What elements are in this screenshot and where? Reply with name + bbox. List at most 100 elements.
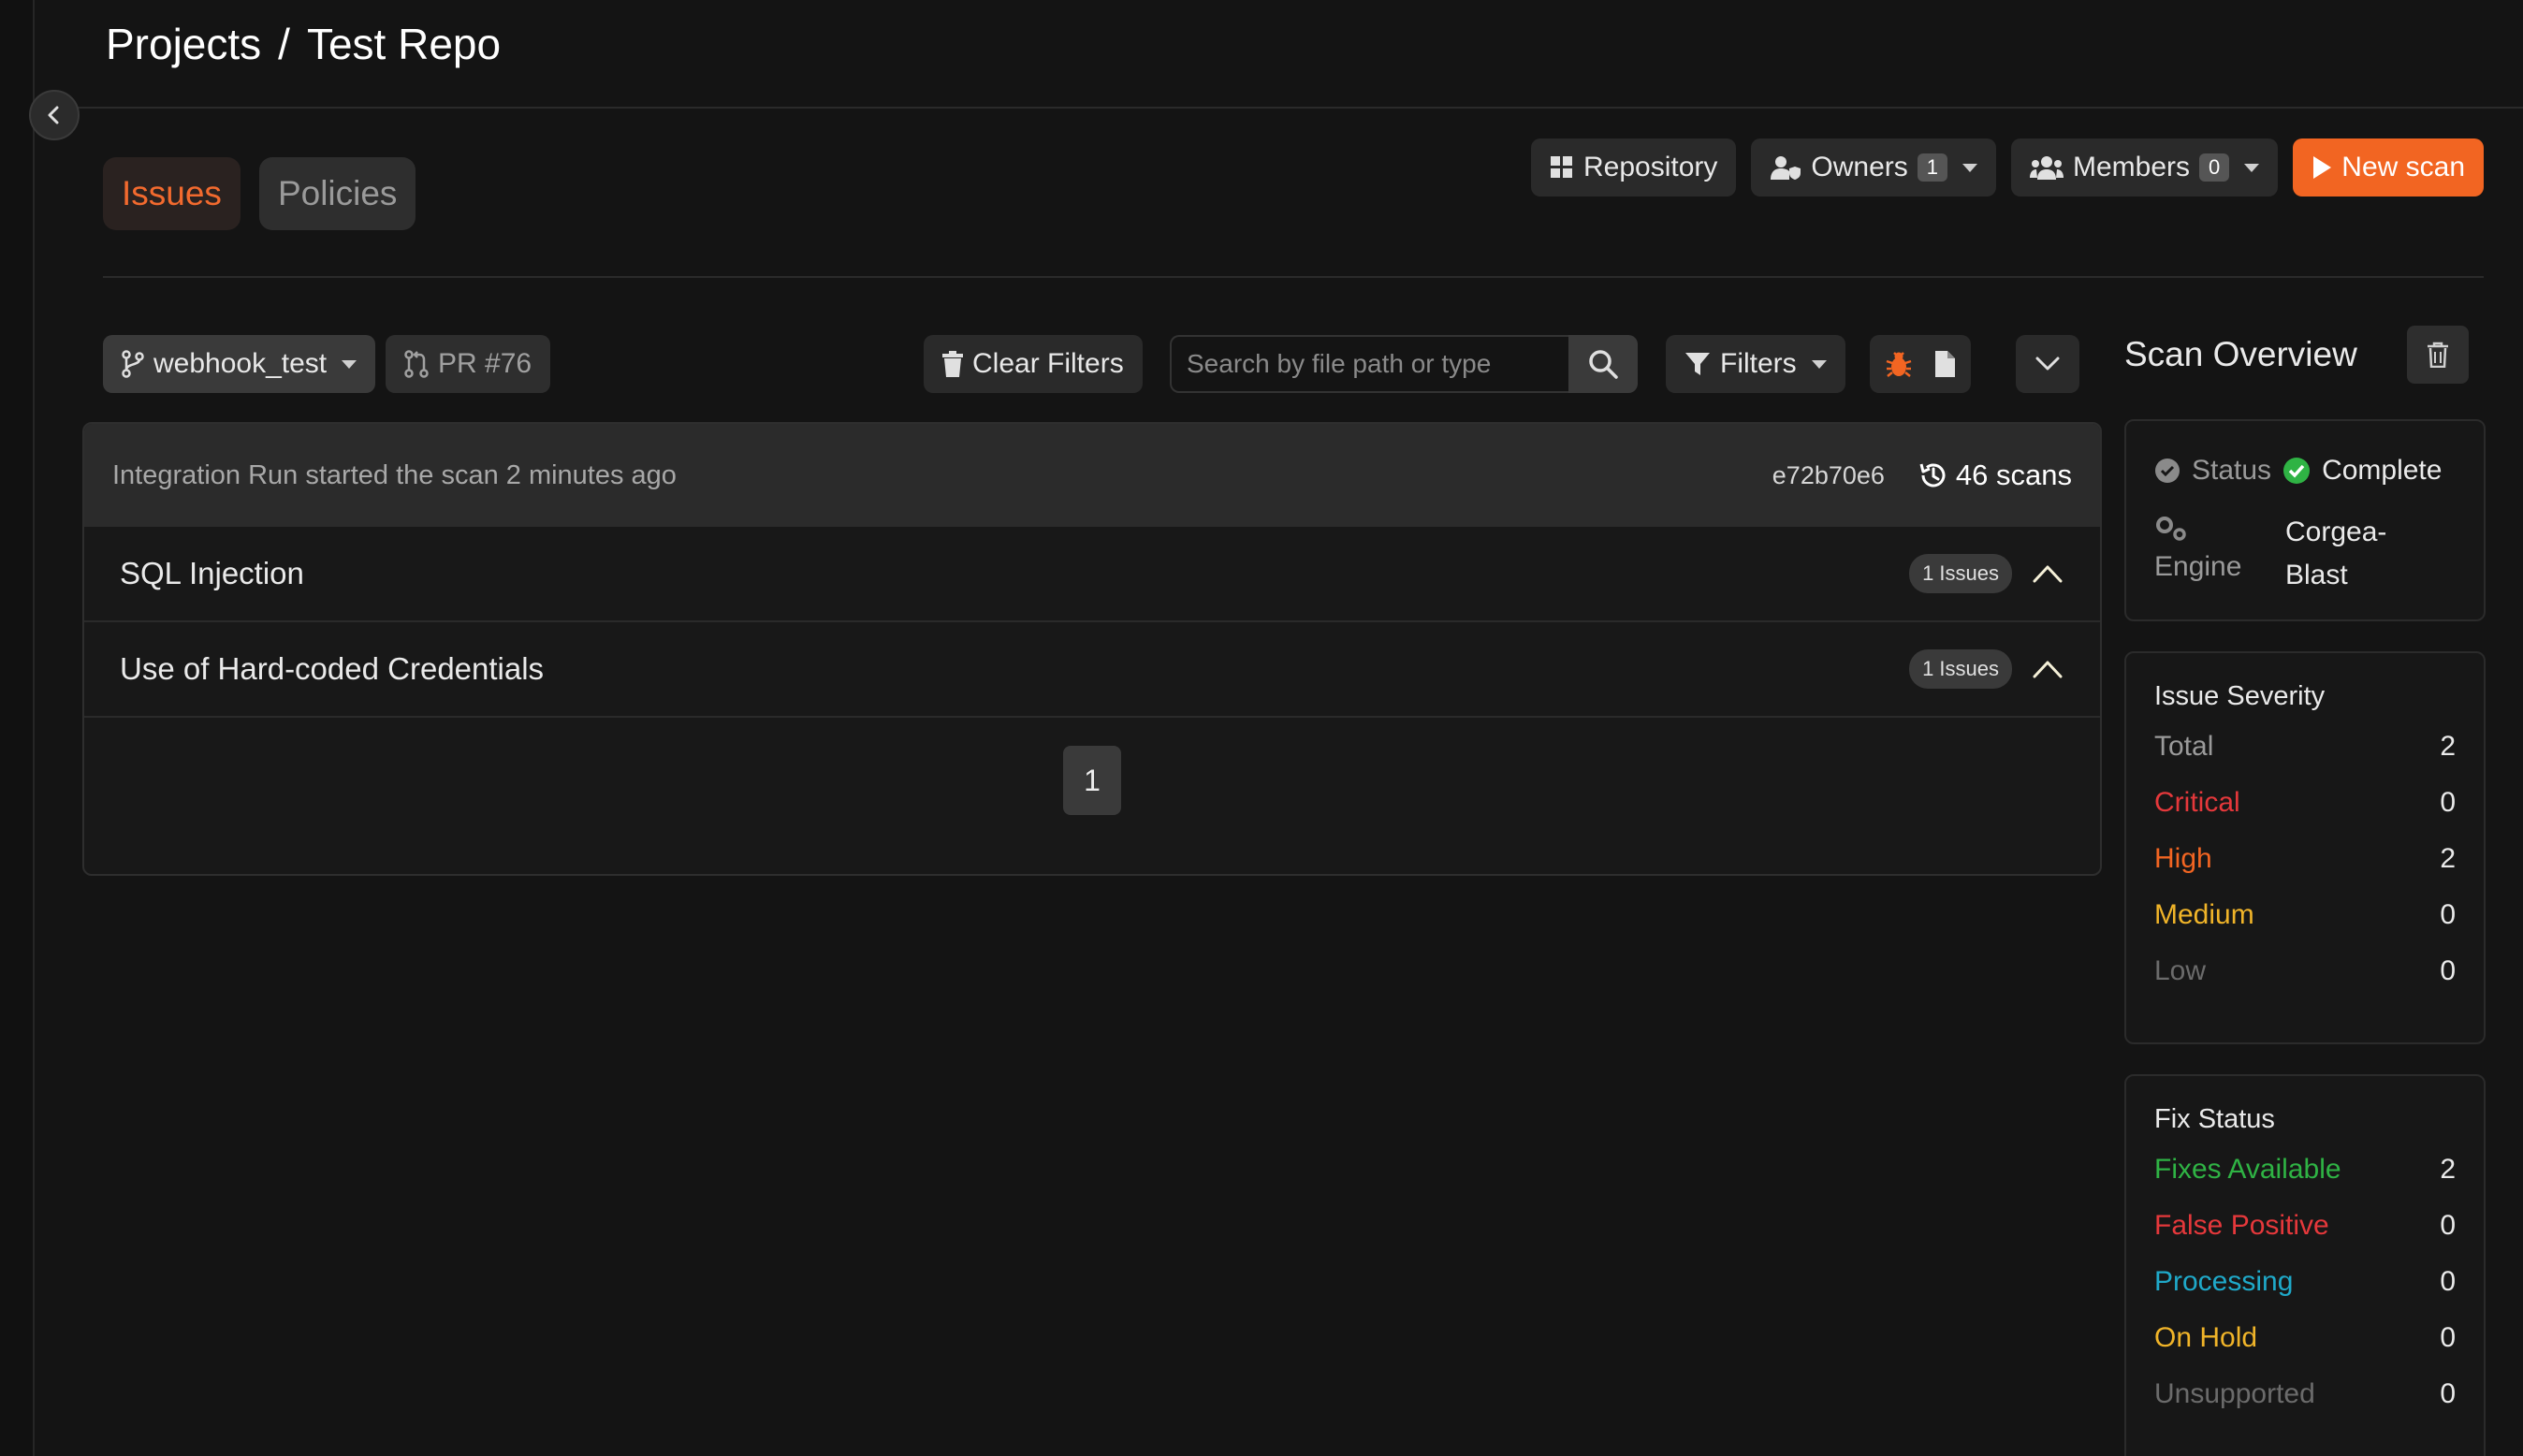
severity-label: Total (2154, 731, 2214, 762)
severity-label: Medium (2154, 899, 2254, 930)
overview-card: Status Complete Engine Corgea- Blast (2124, 419, 2486, 621)
members-button[interactable]: Members 0 (2011, 138, 2279, 197)
new-scan-button[interactable]: New scan (2293, 138, 2484, 197)
tab-issues[interactable]: Issues (103, 157, 241, 230)
fix-label: Fixes Available (2154, 1154, 2341, 1185)
owners-count-badge: 1 (1917, 153, 1947, 182)
fix-row-false-positive: False Positive 0 (2154, 1210, 2456, 1242)
fix-row-on-hold: On Hold 0 (2154, 1322, 2456, 1354)
fix-status-list: Fixes Available 2 False Positive 0 Process… (2154, 1154, 2456, 1410)
severity-value: 2 (2440, 843, 2456, 874)
top-bar: Projects / Test Repo (35, 0, 2523, 109)
git-branch-icon (122, 350, 144, 378)
fix-value: 0 (2440, 1378, 2456, 1409)
fix-label: Unsupported (2154, 1378, 2315, 1409)
caret-down-icon (1811, 359, 1827, 369)
severity-list: Total 2 Critical 0 High 2 Medium 0 Low 0 (2154, 731, 2456, 987)
expand-all-button[interactable] (2016, 335, 2079, 393)
members-label: Members (2073, 152, 2191, 182)
fix-value: 2 (2440, 1154, 2456, 1185)
engine-label-group: Engine (2154, 515, 2241, 583)
pagination: 1 (84, 718, 2100, 815)
grid-icon (1550, 156, 1572, 178)
severity-label: High (2154, 843, 2212, 874)
fix-status-card: Fix Status Fixes Available 2 False Positi… (2124, 1074, 2486, 1456)
file-icon[interactable] (1933, 350, 1956, 378)
caret-down-icon (342, 359, 357, 369)
fix-label: Processing (2154, 1266, 2294, 1297)
branch-dropdown[interactable]: webhook_test (103, 335, 376, 393)
scan-info-text: Integration Run started the scan 2 minut… (112, 459, 677, 490)
commit-hash: e72b70e6 (1772, 460, 1885, 489)
breadcrumb-current: Test Repo (306, 20, 502, 68)
repository-label: Repository (1582, 152, 1718, 182)
view-toggle-group (1870, 335, 1971, 393)
issue-group-meta: 1 Issues (1909, 649, 2063, 689)
caret-down-icon (2244, 163, 2260, 172)
issue-count-badge: 1 Issues (1909, 554, 2012, 593)
search-button[interactable] (1568, 335, 1638, 393)
trash-icon (2428, 342, 2448, 368)
breadcrumb-root[interactable]: Projects (106, 19, 261, 69)
severity-row-medium: Medium 0 (2154, 899, 2456, 931)
scans-history-link[interactable]: 46 scans (1918, 459, 2072, 492)
severity-label: Low (2154, 955, 2207, 986)
page-button-1[interactable]: 1 (1063, 746, 1121, 815)
branch-label: webhook_test (153, 348, 328, 379)
breadcrumb: Projects / Test Repo (106, 19, 501, 69)
pr-label: PR #76 (438, 348, 532, 379)
scan-header: Integration Run started the scan 2 minut… (84, 424, 2100, 527)
severity-value: 0 (2440, 787, 2456, 818)
delete-scan-button[interactable] (2407, 326, 2469, 384)
clear-filters-button[interactable]: Clear Filters (924, 335, 1143, 393)
scan-meta: e72b70e6 46 scans (1772, 459, 2072, 492)
pr-button[interactable]: PR #76 (386, 335, 551, 393)
filters-label: Filters (1720, 348, 1797, 379)
engine-label: Engine (2154, 551, 2242, 582)
users-icon (2030, 156, 2064, 180)
issue-group-title: SQL Injection (120, 556, 304, 590)
search-group (1170, 335, 1638, 393)
status-value: Complete (2322, 455, 2443, 486)
issue-group-meta: 1 Issues (1909, 554, 2063, 593)
collapse-sidebar-button[interactable] (29, 90, 80, 140)
filter-icon (1685, 353, 1710, 375)
severity-value: 0 (2440, 899, 2456, 930)
severity-value: 2 (2440, 731, 2456, 762)
issues-panel: Integration Run started the scan 2 minut… (82, 422, 2102, 876)
issue-group-row[interactable]: Use of Hard-coded Credentials 1 Issues (84, 622, 2100, 718)
fix-value: 0 (2440, 1210, 2456, 1241)
bug-icon[interactable] (1885, 350, 1913, 378)
chevron-up-icon[interactable] (2033, 564, 2063, 583)
issue-group-title: Use of Hard-coded Credentials (120, 651, 545, 686)
git-pull-request-icon (404, 350, 429, 378)
chevron-down-icon (2035, 357, 2060, 371)
tab-policies[interactable]: Policies (258, 157, 416, 230)
issue-count-badge: 1 Issues (1909, 649, 2012, 689)
breadcrumb-separator: / (278, 20, 290, 68)
repository-button[interactable]: Repository (1530, 138, 1737, 197)
issue-group-row[interactable]: SQL Injection 1 Issues (84, 527, 2100, 622)
search-input[interactable] (1170, 335, 1568, 393)
severity-row-low: Low 0 (2154, 955, 2456, 987)
history-icon (1919, 463, 1946, 488)
fix-status-title: Fix Status (2154, 1104, 2275, 1134)
severity-value: 0 (2440, 955, 2456, 986)
check-circle-icon (2155, 459, 2180, 483)
engine-value-line: Blast (2285, 560, 2348, 590)
issues-toolbar: webhook_test PR #76 Clear Filters Filter… (103, 335, 2079, 393)
chevron-up-icon[interactable] (2033, 660, 2063, 678)
new-scan-label: New scan (2341, 152, 2465, 182)
issue-severity-title: Issue Severity (2154, 681, 2326, 711)
user-shield-icon (1771, 156, 1801, 180)
complete-status-icon (2283, 458, 2311, 484)
engine-value: Corgea- Blast (2285, 511, 2386, 597)
owners-label: Owners (1811, 152, 1908, 182)
chevron-left-icon (48, 106, 59, 124)
issue-severity-card: Issue Severity Total 2 Critical 0 High 2 Me… (2124, 651, 2486, 1044)
filters-dropdown[interactable]: Filters (1666, 335, 1845, 393)
section-divider (103, 276, 2484, 278)
play-icon (2313, 156, 2332, 179)
owners-button[interactable]: Owners 1 (1751, 138, 1996, 197)
fix-label: On Hold (2154, 1322, 2258, 1353)
